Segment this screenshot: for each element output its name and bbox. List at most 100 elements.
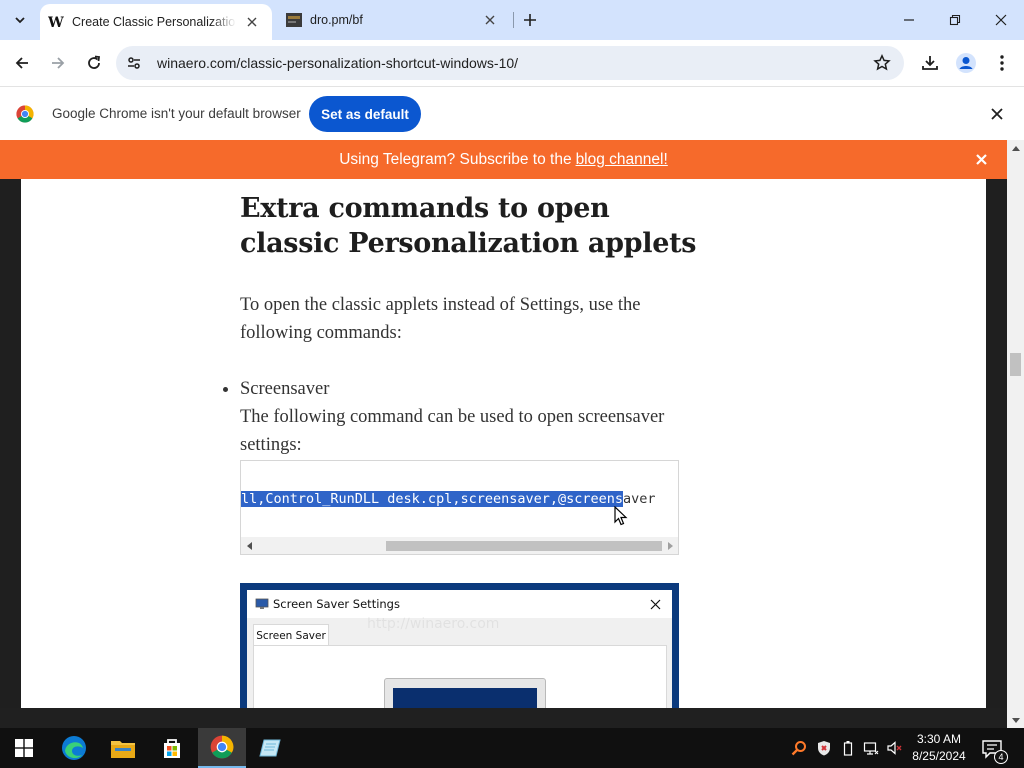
forward-button[interactable]: [44, 49, 72, 77]
screen-saver-dialog: Screen Saver Settings Screen Saver http:…: [247, 590, 672, 708]
monitor-preview: [384, 678, 546, 708]
minimize-icon: [904, 19, 914, 21]
bullet-title: Screensaver: [240, 379, 330, 399]
profile-button[interactable]: [952, 49, 980, 77]
menu-button[interactable]: [988, 49, 1016, 77]
restore-icon: [949, 14, 961, 26]
downloads-button[interactable]: [916, 49, 944, 77]
edge-taskbar-button[interactable]: [50, 728, 98, 768]
set-as-default-button[interactable]: Set as default: [309, 96, 421, 132]
code-line[interactable]: ll,Control_RunDLL desk.cpl,screensaver,@…: [241, 489, 656, 509]
security-shield-icon[interactable]: [816, 740, 832, 756]
scroll-down-arrow-icon[interactable]: [1011, 715, 1020, 724]
clock-date: 8/25/2024: [912, 749, 966, 763]
battery-icon[interactable]: [840, 740, 856, 756]
dialog-title: Screen Saver Settings: [273, 597, 400, 611]
chrome-logo-icon: [16, 105, 34, 123]
windows-logo-icon: [15, 739, 33, 757]
close-icon: [995, 14, 1007, 26]
code-selection: ll,Control_RunDLL desk.cpl,screensaver,@…: [241, 491, 624, 507]
article-content: Extra commands to open classic Personali…: [21, 179, 986, 708]
scroll-left-arrow-icon[interactable]: [245, 541, 254, 550]
file-explorer-taskbar-button[interactable]: [99, 728, 147, 768]
chrome-taskbar-button[interactable]: [198, 728, 246, 768]
code-unselected: aver: [623, 491, 656, 507]
arrow-right-icon: [52, 57, 65, 69]
scroll-right-arrow-icon[interactable]: [665, 541, 674, 550]
page-viewport: Using Telegram? Subscribe to the blog ch…: [0, 140, 1007, 708]
infobar-message: Google Chrome isn't your default browser: [52, 106, 301, 121]
notepad-taskbar-button[interactable]: [247, 728, 295, 768]
profile-avatar-icon: [956, 53, 976, 73]
download-icon: [922, 56, 938, 70]
blog-channel-link[interactable]: blog channel!: [576, 151, 668, 169]
screenshot-image: Screen Saver Settings Screen Saver http:…: [240, 583, 679, 708]
page-scrollbar[interactable]: [1007, 140, 1024, 728]
reload-button[interactable]: [80, 49, 108, 77]
dialog-titlebar: Screen Saver Settings: [247, 590, 672, 618]
close-icon[interactable]: [480, 10, 500, 30]
store-taskbar-button[interactable]: [148, 728, 196, 768]
scroll-up-arrow-icon[interactable]: [1011, 144, 1020, 153]
dialog-tab: Screen Saver: [253, 624, 329, 646]
start-button[interactable]: [0, 728, 48, 768]
volume-muted-icon[interactable]: [886, 740, 902, 756]
tab-search-button[interactable]: [8, 8, 32, 32]
tab-title: dro.pm/bf: [310, 13, 363, 27]
screen-saver-icon: [255, 598, 269, 609]
monitor-screen: [393, 688, 537, 708]
intro-paragraph: To open the classic applets instead of S…: [240, 295, 641, 343]
notepad-icon: [259, 739, 281, 757]
tab-inactive[interactable]: dro.pm/bf: [278, 0, 510, 40]
windows-taskbar: 3:30 AM 8/25/2024 4: [0, 728, 1024, 768]
store-icon: [164, 739, 180, 758]
network-icon[interactable]: [863, 740, 879, 756]
close-icon: [648, 597, 662, 611]
edge-icon: [62, 736, 86, 760]
more-vertical-icon: [1000, 55, 1004, 71]
address-bar[interactable]: winaero.com/classic-personalization-shor…: [116, 46, 904, 80]
tab-active[interactable]: W Create Classic Personalization S: [40, 4, 272, 40]
chrome-icon: [210, 735, 234, 759]
bullet-description: The following command can be used to ope…: [240, 407, 665, 455]
folder-icon: [111, 741, 135, 758]
notification-badge: 4: [994, 750, 1008, 764]
close-icon[interactable]: [973, 151, 989, 167]
screen: W Create Classic Personalization S dro.p…: [0, 0, 1024, 768]
reload-icon: [88, 55, 101, 69]
url-text: winaero.com/classic-personalization-shor…: [157, 55, 519, 71]
watermark-text: http://winaero.com: [367, 616, 500, 632]
bookmark-star-icon[interactable]: [872, 53, 892, 73]
close-icon[interactable]: [988, 105, 1006, 123]
banner-text: Using Telegram? Subscribe to the: [339, 150, 572, 168]
telegram-banner: Using Telegram? Subscribe to the blog ch…: [0, 140, 1007, 179]
close-icon[interactable]: [242, 12, 262, 32]
search-tray-icon[interactable]: [791, 740, 807, 756]
back-button[interactable]: [8, 49, 36, 77]
plus-icon: [524, 14, 536, 26]
mouse-cursor-icon: [614, 506, 628, 526]
clock-time: 3:30 AM: [916, 732, 962, 746]
arrow-left-icon: [15, 57, 28, 69]
chevron-down-icon: [15, 17, 25, 24]
site-info-icon[interactable]: [124, 53, 144, 73]
bullet-marker: [223, 387, 228, 392]
scrollbar-thumb[interactable]: [386, 541, 662, 551]
tab-title: Create Classic Personalization S: [72, 15, 236, 29]
section-heading: Extra commands to open classic Personali…: [240, 193, 697, 259]
browser-toolbar: winaero.com/classic-personalization-shor…: [0, 40, 1024, 86]
tab-separator: [513, 12, 514, 28]
system-clock[interactable]: 3:30 AM 8/25/2024: [908, 731, 970, 765]
svg-text:W: W: [48, 15, 64, 30]
new-tab-button[interactable]: [518, 8, 542, 32]
restore-button[interactable]: [932, 0, 978, 40]
horizontal-scrollbar[interactable]: [241, 537, 678, 554]
default-browser-infobar: Google Chrome isn't your default browser…: [0, 86, 1024, 140]
close-window-button[interactable]: [978, 0, 1024, 40]
minimize-button[interactable]: [886, 0, 932, 40]
dropm-icon: [286, 12, 302, 28]
tab-strip: W Create Classic Personalization S dro.p…: [0, 0, 1024, 40]
dialog-pane: [253, 645, 667, 708]
scrollbar-thumb[interactable]: [1010, 353, 1021, 376]
winaero-icon: W: [48, 14, 64, 30]
